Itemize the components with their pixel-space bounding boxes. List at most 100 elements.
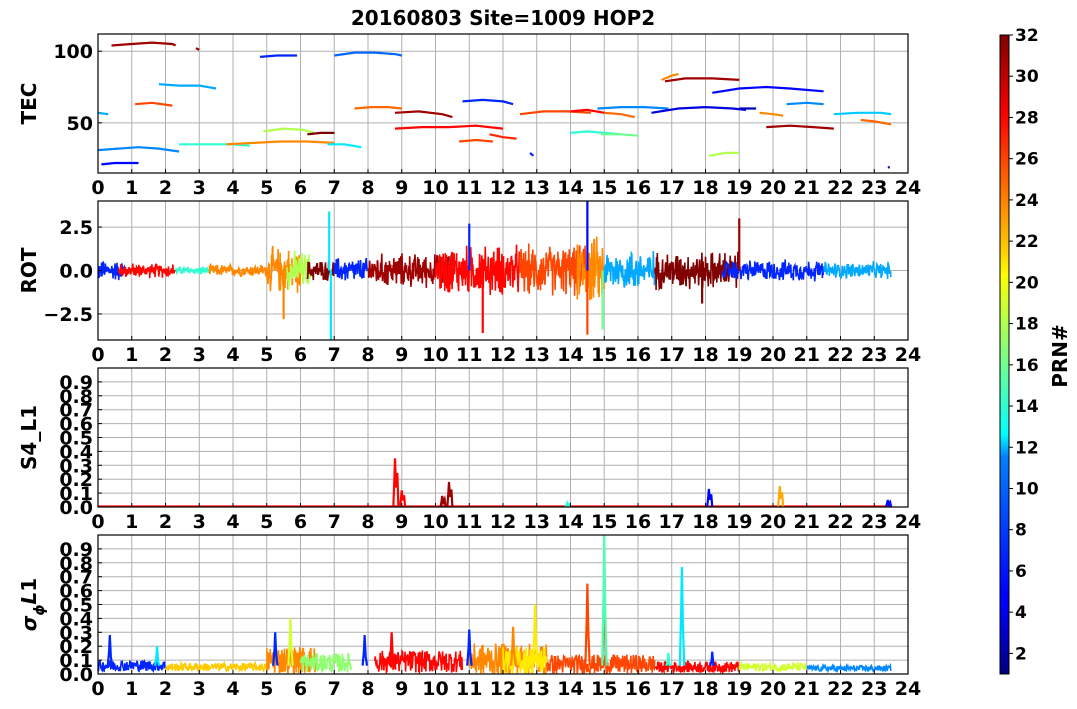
y-tick-label: 2.5 xyxy=(59,217,93,239)
x-tick-label: 2 xyxy=(159,344,172,366)
x-tick-label: 15 xyxy=(591,511,617,533)
colorbar-tick-label: 4 xyxy=(1015,603,1027,623)
x-tick-label: 22 xyxy=(827,511,853,533)
x-tick-label: 20 xyxy=(760,344,786,366)
sigma-series-line xyxy=(164,660,268,674)
colorbar-tick-label: 22 xyxy=(1015,232,1039,252)
colorbar-label: PRN# xyxy=(1048,324,1072,388)
x-tick-label: 23 xyxy=(861,511,887,533)
figure: 0 1 2 3 4 5 6 7 8 9 10 11 12 13 14 15 16 17 18 19 20 21 22 23 24… xyxy=(17,6,1072,700)
x-tick-label: 3 xyxy=(193,344,206,366)
tec-series-line xyxy=(327,143,362,149)
data-series xyxy=(98,201,892,340)
x-tick-label: 13 xyxy=(524,678,550,700)
s4-peak xyxy=(706,488,714,507)
chart-title: 20160803 Site=1009 HOP2 xyxy=(351,6,655,30)
tec-series-line xyxy=(354,105,402,110)
x-tick-label: 1 xyxy=(125,344,138,366)
x-tick-label: 7 xyxy=(328,511,341,533)
x-tick-label: 9 xyxy=(395,511,408,533)
grid xyxy=(97,368,909,508)
x-tick-label: 11 xyxy=(456,678,482,700)
y-axis-label: TEC xyxy=(17,83,41,125)
tec-series-line xyxy=(462,98,514,106)
tec-series-line xyxy=(259,54,298,58)
x-tick-label: 2 xyxy=(159,678,172,700)
rot-series-line xyxy=(603,250,656,288)
s4-peak xyxy=(439,494,447,507)
panel-rot: 0 1 2 3 4 5 6 7 8 9 10 11 12 13 14 15 16 17 18 19 20 21 22 23 24… xyxy=(17,200,921,366)
x-tick-label: 17 xyxy=(659,511,685,533)
s4-peak xyxy=(776,486,785,507)
x-tick-label: 18 xyxy=(692,177,718,199)
x-tick-label: 24 xyxy=(895,344,921,366)
tec-series-line xyxy=(459,138,493,143)
sigma-series-line xyxy=(373,648,464,674)
colorbar-tick-label: 2 xyxy=(1015,644,1027,664)
colorbar-tick-label: 32 xyxy=(1015,26,1039,46)
x-tick-label: 13 xyxy=(524,511,550,533)
x-tick-label: 0 xyxy=(91,177,104,199)
tec-series-line xyxy=(600,133,639,137)
panel-sigma-phi-l1: 0 1 2 3 4 5 6 7 8 9 10 11 12 13 14 15 16 17 18 19 20 21 22 23 24… xyxy=(17,534,921,700)
x-tick-label: 6 xyxy=(294,344,307,366)
x-tick-label: 9 xyxy=(395,678,408,700)
tec-series-line xyxy=(529,152,535,157)
y-axis-label: σϕL1 xyxy=(17,578,48,631)
x-tick-label: 14 xyxy=(557,344,583,366)
tec-series-line xyxy=(394,124,504,130)
x-tick-label: 17 xyxy=(659,678,685,700)
colorbar-tick-label: 18 xyxy=(1015,315,1039,335)
x-tick-label: 22 xyxy=(827,344,853,366)
x-tick-label: 17 xyxy=(659,344,685,366)
x-tick-label: 13 xyxy=(524,344,550,366)
x-tick-label: 14 xyxy=(557,511,583,533)
x-tick-label: 18 xyxy=(692,344,718,366)
x-tick-label: 15 xyxy=(591,344,617,366)
x-tick-label: 1 xyxy=(125,511,138,533)
sigma-series-line xyxy=(806,662,892,674)
colorbar-gradient xyxy=(999,34,1010,675)
tec-series-line xyxy=(604,111,635,119)
tec-series-line xyxy=(759,111,784,117)
panel-s4-l1: 0 1 2 3 4 5 6 7 8 9 10 11 12 13 14 15 16 17 18 19 20 21 22 23 24… xyxy=(17,367,921,533)
x-tick-label: 19 xyxy=(726,511,752,533)
x-tick-label: 0 xyxy=(91,678,104,700)
colorbar-tick-label: 28 xyxy=(1015,108,1039,128)
colorbar-tick-label: 20 xyxy=(1015,273,1039,293)
x-tick-label: 5 xyxy=(260,511,273,533)
x-tick-label: 23 xyxy=(861,344,887,366)
tec-series-line xyxy=(226,140,335,146)
panel-tec: 0 1 2 3 4 5 6 7 8 9 10 11 12 13 14 15 16 17 18 19 20 21 22 23 24… xyxy=(17,6,921,199)
x-tick-label: 23 xyxy=(861,177,887,199)
x-tick-label: 4 xyxy=(226,177,239,199)
tec-series-line xyxy=(101,161,139,166)
rot-series-line xyxy=(822,261,892,281)
x-tick-label: 8 xyxy=(361,177,374,199)
x-tick-label: 17 xyxy=(659,177,685,199)
tec-series-line xyxy=(786,101,824,106)
x-tick-label: 11 xyxy=(456,177,482,199)
x-tick-label: 0 xyxy=(91,344,104,366)
x-tick-label: 20 xyxy=(760,678,786,700)
x-tick-label: 12 xyxy=(490,511,516,533)
x-tick-label: 6 xyxy=(294,678,307,700)
x-tick-label: 10 xyxy=(422,344,448,366)
colorbar: 2468101214161820222426283032PRN# xyxy=(999,26,1072,675)
rot-series-line xyxy=(208,261,268,278)
tec-series-line xyxy=(597,105,669,110)
x-tick-label: 7 xyxy=(328,344,341,366)
x-tick-label: 16 xyxy=(625,511,651,533)
tec-series-line xyxy=(98,111,109,116)
x-tick-label: 14 xyxy=(557,678,583,700)
x-tick-label: 3 xyxy=(193,678,206,700)
tec-series-line xyxy=(664,77,740,83)
tec-series-line xyxy=(135,101,173,107)
x-tick-label: 22 xyxy=(827,177,853,199)
rot-series-line xyxy=(117,263,177,279)
colorbar-tick-label: 6 xyxy=(1015,562,1027,582)
tec-series-line xyxy=(195,47,200,51)
x-tick-label: 7 xyxy=(328,678,341,700)
s4-peak xyxy=(564,499,572,507)
x-tick-label: 5 xyxy=(260,344,273,366)
